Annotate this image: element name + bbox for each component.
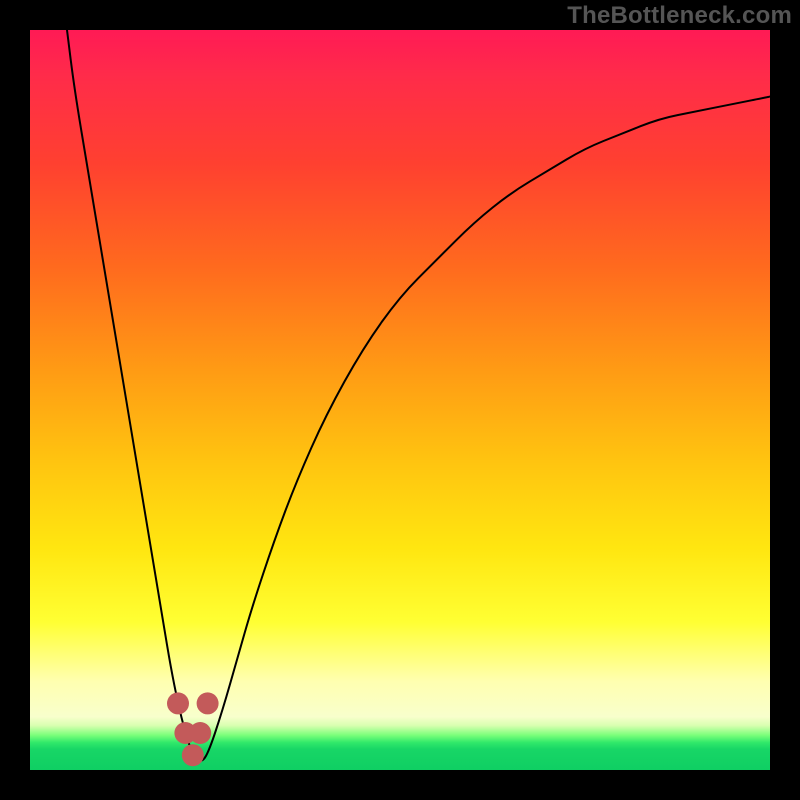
plot-area	[30, 30, 770, 770]
trough-marker	[167, 692, 189, 714]
trough-marker	[197, 692, 219, 714]
chart-frame: TheBottleneck.com	[0, 0, 800, 800]
trough-markers	[167, 692, 219, 766]
bottleneck-curve	[67, 30, 770, 761]
curve-svg	[30, 30, 770, 770]
trough-marker	[189, 722, 211, 744]
watermark-text: TheBottleneck.com	[567, 2, 792, 30]
trough-marker	[182, 744, 204, 766]
